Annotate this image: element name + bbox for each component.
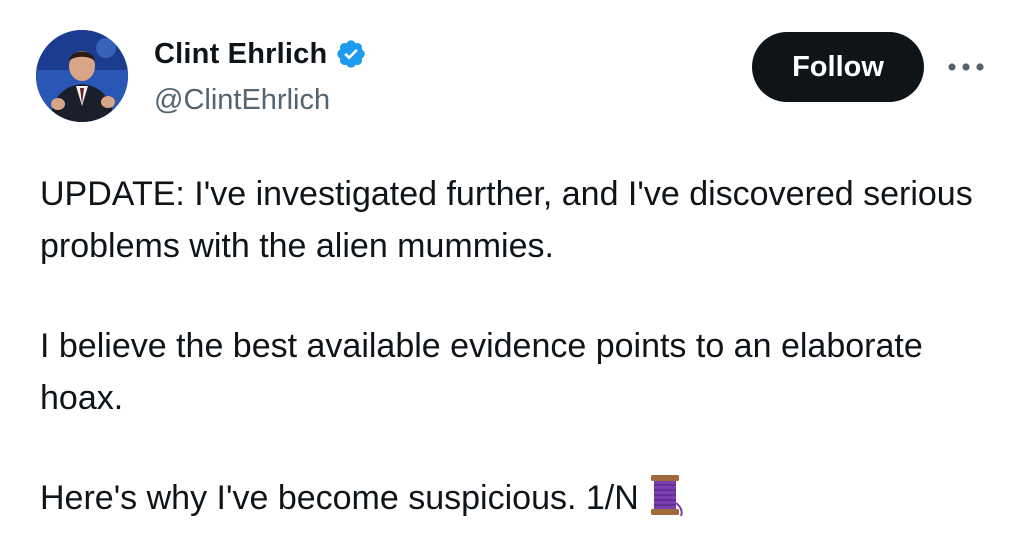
- tweet-text: UPDATE: I've investigated further, and I…: [40, 168, 1000, 524]
- thread-spool-icon: [650, 475, 683, 517]
- author-identity: Clint Ehrlich @ClintEhrlich: [154, 34, 367, 120]
- tweet-paragraph: UPDATE: I've investigated further, and I…: [40, 175, 973, 265]
- display-name[interactable]: Clint Ehrlich: [154, 34, 327, 74]
- avatar[interactable]: [36, 30, 128, 122]
- author-handle[interactable]: @ClintEhrlich: [154, 80, 367, 120]
- tweet-paragraph-text: Here's why I've become suspicious. 1/N: [40, 479, 639, 517]
- more-options-button[interactable]: [944, 52, 988, 82]
- tweet-card: Clint Ehrlich @ClintEhrlich Follow UPDAT…: [0, 0, 1024, 557]
- more-horizontal-icon: [948, 63, 984, 71]
- tweet-paragraph-last: Here's why I've become suspicious. 1/N: [40, 472, 1000, 524]
- tweet-paragraph: I believe the best available evidence po…: [40, 327, 923, 417]
- verified-badge-icon: [337, 40, 366, 68]
- name-row: Clint Ehrlich: [154, 34, 367, 74]
- follow-button[interactable]: Follow: [752, 32, 924, 102]
